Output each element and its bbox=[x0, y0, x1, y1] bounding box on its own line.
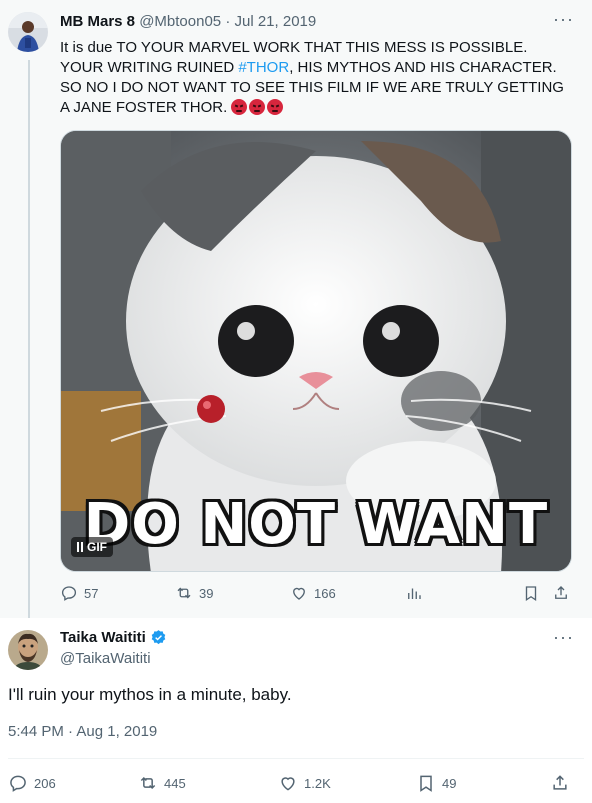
main-more-options-button[interactable]: ··· bbox=[553, 628, 574, 646]
main-like-count: 1.2K bbox=[304, 775, 331, 791]
verified-badge-icon[interactable] bbox=[150, 629, 167, 646]
main-action-bar: 206 445 1.2K 49 bbox=[8, 773, 578, 795]
main-reply-count: 206 bbox=[34, 775, 56, 791]
reply-tweet[interactable]: MB Mars 8 @Mbtoon05 · Jul 21, 2019 ··· I… bbox=[0, 0, 592, 620]
reply-more-options-button[interactable]: ··· bbox=[553, 10, 574, 28]
thread-connector-line bbox=[28, 60, 30, 620]
reply-author-name[interactable]: MB Mars 8 bbox=[60, 13, 135, 30]
main-retweet-button[interactable]: 445 bbox=[138, 773, 186, 793]
main-tweet-text: I'll ruin your mythos in a minute, baby. bbox=[8, 685, 292, 704]
gif-media[interactable]: DO NOT WANT GIF bbox=[60, 130, 572, 572]
main-author-avatar[interactable] bbox=[8, 630, 48, 670]
reply-button[interactable]: 57 bbox=[60, 584, 98, 602]
retweet-icon bbox=[177, 587, 191, 599]
reply-author-handle[interactable]: @Mbtoon05 bbox=[139, 13, 221, 30]
share-button[interactable] bbox=[552, 584, 570, 602]
reply-action-bar: 57 39 166 bbox=[60, 584, 570, 604]
retweet-count: 39 bbox=[199, 585, 214, 601]
views-button[interactable] bbox=[405, 584, 423, 602]
reply-date[interactable]: Jul 21, 2019 bbox=[235, 13, 317, 30]
main-bookmark-button[interactable]: 49 bbox=[416, 773, 456, 793]
angry-face-icon bbox=[267, 99, 284, 115]
bookmark-icon bbox=[525, 586, 537, 602]
main-reply-button[interactable]: 206 bbox=[8, 773, 56, 793]
hashtag-link[interactable]: #THOR bbox=[238, 59, 289, 76]
main-author-name[interactable]: Taika Waititi bbox=[60, 629, 146, 646]
divider bbox=[8, 758, 584, 759]
angry-face-icon bbox=[231, 99, 248, 115]
reply-count: 57 bbox=[84, 585, 99, 601]
reply-icon bbox=[10, 775, 26, 792]
main-tweet: Taika Waititi @TaikaWaititi ··· I'll rui… bbox=[0, 618, 592, 803]
reply-text: It is due TO YOUR MARVEL WORK THAT THIS … bbox=[60, 38, 570, 118]
reply-icon bbox=[61, 586, 77, 601]
emoji-group bbox=[231, 99, 284, 115]
share-icon bbox=[555, 586, 567, 599]
main-retweet-count: 445 bbox=[164, 775, 186, 791]
angry-face-icon bbox=[249, 99, 266, 115]
main-author-name-row: Taika Waititi bbox=[60, 629, 167, 646]
gif-caption-text: DO NOT WANT bbox=[83, 492, 549, 557]
main-author-handle[interactable]: @TaikaWaititi bbox=[60, 650, 151, 667]
separator-dot: · bbox=[225, 13, 231, 30]
gif-badge[interactable]: GIF bbox=[71, 537, 113, 557]
reply-header: MB Mars 8 @Mbtoon05 · Jul 21, 2019 bbox=[60, 13, 316, 30]
retweet-icon bbox=[140, 776, 156, 790]
gif-badge-label: GIF bbox=[87, 540, 107, 554]
main-bookmark-count: 49 bbox=[442, 775, 457, 791]
like-icon bbox=[293, 587, 305, 600]
main-share-button[interactable] bbox=[550, 773, 570, 793]
like-button[interactable]: 166 bbox=[290, 584, 336, 602]
main-tweet-timestamp[interactable]: 5:44 PM · Aug 1, 2019 bbox=[8, 723, 157, 740]
bookmark-button[interactable] bbox=[522, 584, 540, 602]
reply-author-avatar[interactable] bbox=[8, 12, 48, 52]
retweet-button[interactable]: 39 bbox=[175, 584, 213, 602]
pause-icon bbox=[77, 542, 83, 552]
main-like-button[interactable]: 1.2K bbox=[278, 773, 331, 793]
share-icon bbox=[553, 775, 567, 790]
bookmark-icon bbox=[420, 775, 432, 792]
views-icon bbox=[408, 588, 421, 599]
like-icon bbox=[281, 777, 295, 791]
like-count: 166 bbox=[314, 585, 336, 601]
